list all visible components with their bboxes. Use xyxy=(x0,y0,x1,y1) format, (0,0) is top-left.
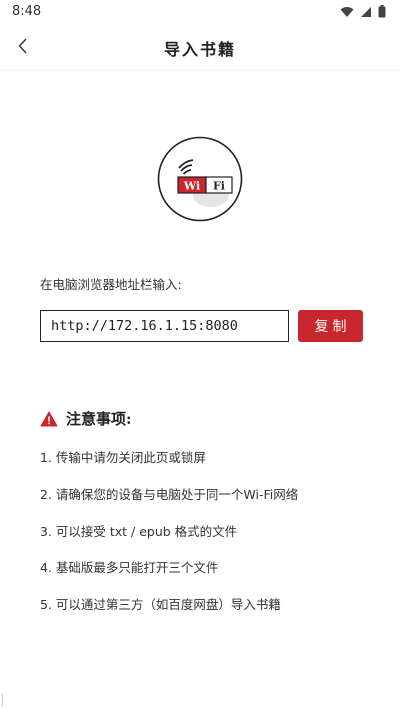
url-value: http://172.16.1.15:8080 xyxy=(51,318,238,334)
cellular-signal-icon xyxy=(361,6,371,17)
app-bar: 导入书籍 xyxy=(0,24,400,71)
notice-title: 注意事项: xyxy=(66,410,132,428)
notice-item-3: 3. 可以接受 txt / epub 格式的文件 xyxy=(40,524,238,539)
wifi-illustration: Wi Fi xyxy=(157,136,243,222)
copy-button[interactable]: 复制 xyxy=(298,310,363,342)
page-title: 导入书籍 xyxy=(163,40,236,59)
wifi-logo-right-text: Fi xyxy=(213,180,225,193)
battery-icon xyxy=(378,5,386,18)
notice-header: 注意事项: xyxy=(40,408,132,429)
wifi-logo-left-text: Wi xyxy=(183,180,200,193)
notice-item-5: 5. 可以通过第三方（如百度网盘）导入书籍 xyxy=(40,597,281,612)
status-icons xyxy=(340,5,386,18)
edge-mark xyxy=(2,694,7,706)
url-field[interactable]: http://172.16.1.15:8080 xyxy=(40,310,289,342)
instruction-text: 在电脑浏览器地址栏输入: xyxy=(40,277,182,292)
status-bar: 8:48 xyxy=(0,0,400,24)
wifi-signal-icon xyxy=(340,6,354,17)
status-time: 8:48 xyxy=(12,4,42,19)
warning-icon xyxy=(40,411,58,426)
notice-item-1: 1. 传输中请勿关闭此页或锁屏 xyxy=(40,450,206,465)
notice-item-4: 4. 基础版最多只能打开三个文件 xyxy=(40,560,219,575)
notice-item-2: 2. 请确保您的设备与电脑处于同一个Wi-Fi网络 xyxy=(40,487,299,502)
